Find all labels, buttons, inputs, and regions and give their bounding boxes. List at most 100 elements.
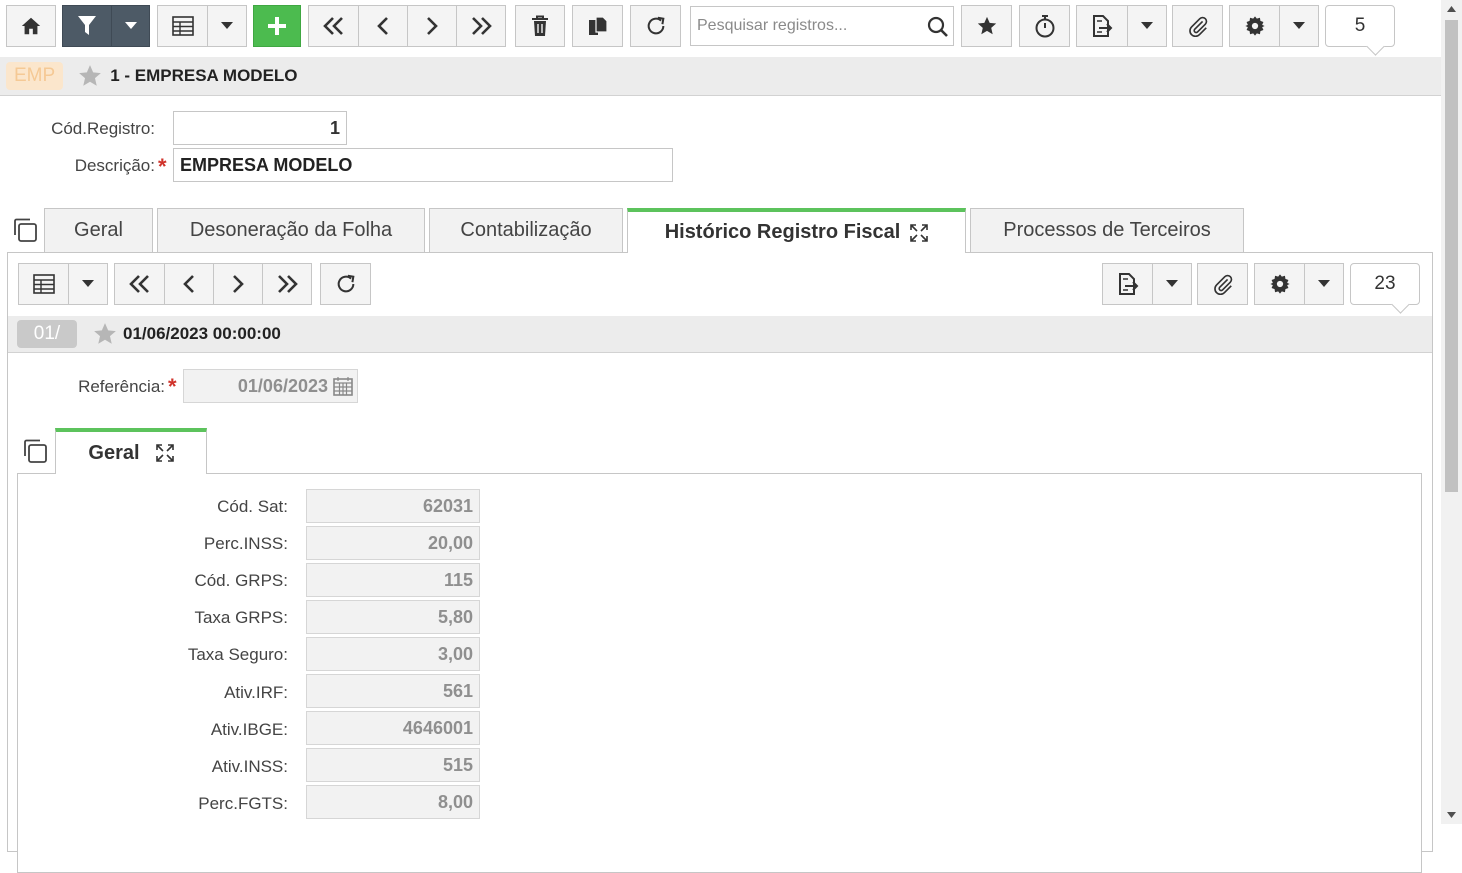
collapse-tabs-icon[interactable] [12, 217, 38, 243]
cod-sat-field[interactable]: 62031 [306, 489, 480, 523]
add-record-button[interactable] [253, 5, 301, 47]
filter-dropdown[interactable] [111, 5, 150, 47]
sub-view-button-group [18, 263, 108, 305]
sub-last-record-button[interactable] [262, 263, 312, 305]
caret-down-icon [1318, 280, 1330, 287]
cod-sat-value: 62031 [422, 495, 473, 516]
search-input[interactable] [691, 7, 919, 45]
settings-button-group [1229, 5, 1319, 47]
filter-button[interactable] [62, 5, 112, 47]
settings-dropdown[interactable] [1279, 5, 1319, 47]
perc-fgts-value: 8,00 [437, 791, 473, 812]
taxa-seguro-field[interactable]: 3,00 [306, 637, 480, 671]
timer-button[interactable] [1019, 5, 1070, 47]
subrecord-header: 01/ 01/06/2023 00:00:00 [8, 316, 1432, 353]
home-button[interactable] [6, 5, 56, 47]
perc-inss-field[interactable]: 20,00 [306, 526, 480, 560]
paperclip-icon [1213, 274, 1232, 295]
settings-button[interactable] [1229, 5, 1280, 47]
caret-down-icon [124, 22, 137, 29]
tab-processos-de-terceiros[interactable]: Processos de Terceiros [970, 208, 1244, 252]
search-box [690, 6, 954, 46]
subrecord-title: 01/06/2023 00:00:00 [123, 324, 281, 343]
search-icon[interactable] [927, 16, 949, 38]
star-icon[interactable] [91, 321, 119, 347]
inner-tab-geral[interactable]: Geral [55, 428, 207, 474]
taxa-grps-value: 5,80 [437, 606, 473, 627]
descricao-field[interactable]: EMPRESA MODELO [173, 148, 673, 182]
plus-icon [268, 17, 286, 35]
taxa-grps-field[interactable]: 5,80 [306, 600, 480, 634]
next-record-button[interactable] [407, 5, 457, 47]
cod-registro-field[interactable]: 1 [173, 111, 347, 145]
subrecord-badge: 01/ [17, 320, 77, 348]
referencia-field[interactable]: 01/06/2023 [183, 369, 358, 403]
chevron-left-icon [183, 275, 194, 293]
perc-fgts-field[interactable]: 8,00 [306, 785, 480, 819]
ativ-inss-field[interactable]: 515 [306, 748, 480, 782]
referencia-value: 01/06/2023 [237, 375, 328, 396]
refresh-button[interactable] [630, 5, 681, 47]
cod-grps-value: 115 [443, 569, 473, 590]
tab-historico-registro-fiscal[interactable]: Histórico Registro Fiscal [627, 208, 966, 253]
sub-settings-button[interactable] [1254, 263, 1305, 305]
previous-record-button[interactable] [358, 5, 408, 47]
descricao-value: EMPRESA MODELO [180, 154, 353, 175]
sub-previous-record-button[interactable] [164, 263, 214, 305]
cod-registro-label: Cód.Registro: [51, 119, 155, 138]
expand-icon[interactable] [910, 223, 929, 242]
sub-attachment-button[interactable] [1197, 263, 1248, 305]
last-record-button[interactable] [456, 5, 506, 47]
calendar-icon[interactable] [333, 376, 353, 396]
ativ-inss-label: Ativ.INSS: [211, 757, 288, 776]
scroll-down-arrow-icon[interactable] [1447, 812, 1456, 818]
view-dropdown[interactable] [207, 5, 247, 47]
tab-desoneracao-da-folha[interactable]: Desoneração da Folha [157, 208, 425, 252]
cod-grps-field[interactable]: 115 [306, 563, 480, 597]
descricao-label: Descrição: [74, 156, 155, 175]
first-record-button[interactable] [308, 5, 359, 47]
tab-geral[interactable]: Geral [44, 208, 153, 252]
favorites-button[interactable] [961, 5, 1012, 47]
trash-icon [532, 15, 548, 36]
ativ-ibge-value: 4646001 [402, 717, 473, 738]
filter-icon [78, 16, 96, 35]
sub-refresh-button[interactable] [320, 263, 371, 305]
sub-next-record-button[interactable] [213, 263, 263, 305]
table-icon [171, 16, 194, 36]
navigation-button-group [308, 5, 506, 47]
chevron-right-icon [427, 17, 438, 35]
tab-label: Desoneração da Folha [189, 219, 393, 241]
ativ-irf-field[interactable]: 561 [306, 674, 480, 708]
scroll-up-arrow-icon[interactable] [1447, 6, 1456, 12]
taxa-grps-label: Taxa GRPS: [194, 608, 288, 627]
tab-contabilizacao[interactable]: Contabilização [429, 208, 623, 252]
perc-fgts-label: Perc.FGTS: [198, 794, 288, 813]
sub-grid-view-button[interactable] [18, 263, 69, 305]
double-chevron-left-icon [128, 275, 149, 293]
required-marker: * [158, 154, 167, 179]
attachment-button[interactable] [1172, 5, 1223, 47]
record-header: EMP 1 - EMPRESA MODELO [0, 57, 1441, 96]
scrollbar-thumb[interactable] [1445, 20, 1458, 492]
copy-button[interactable] [572, 5, 623, 47]
sub-export-button[interactable] [1102, 263, 1153, 305]
star-icon[interactable] [76, 63, 104, 89]
grid-view-button[interactable] [157, 5, 208, 47]
ativ-irf-label: Ativ.IRF: [224, 683, 288, 702]
sub-settings-dropdown[interactable] [1304, 263, 1344, 305]
vertical-scrollbar[interactable] [1441, 0, 1462, 824]
sub-export-dropdown[interactable] [1152, 263, 1192, 305]
cod-sat-label: Cód. Sat: [217, 497, 288, 516]
expand-icon[interactable] [155, 444, 174, 462]
sub-view-dropdown[interactable] [68, 263, 108, 305]
sub-first-record-button[interactable] [114, 263, 165, 305]
collapse-tabs-icon[interactable] [22, 438, 48, 464]
delete-button[interactable] [515, 5, 565, 47]
paperclip-icon [1188, 16, 1207, 37]
ativ-ibge-field[interactable]: 4646001 [306, 711, 480, 745]
export-button[interactable] [1076, 5, 1128, 47]
perc-inss-value: 20,00 [427, 532, 473, 553]
caret-down-icon [82, 280, 94, 287]
export-dropdown[interactable] [1127, 5, 1167, 47]
